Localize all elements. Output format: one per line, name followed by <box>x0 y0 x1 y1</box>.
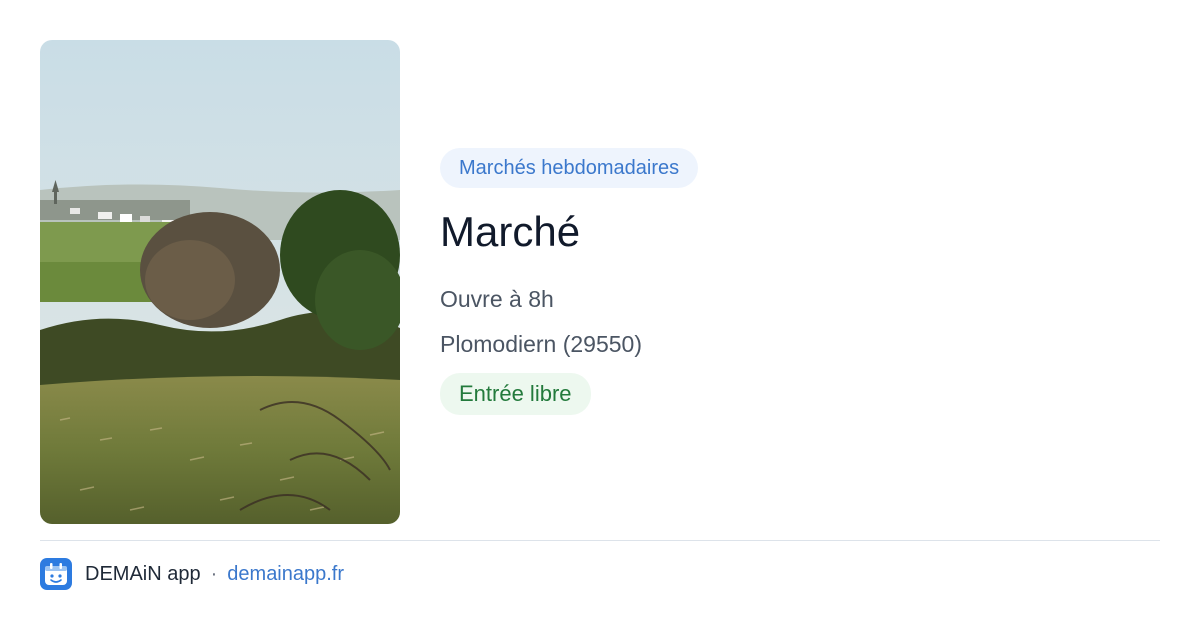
listing-info: Marchés hebdomadaires Marché Ouvre à 8h … <box>440 148 1140 415</box>
access-chip: Entrée libre <box>440 373 591 415</box>
footer: DEMAiN app · demainapp.fr <box>40 558 344 590</box>
app-name: DEMAiN app <box>85 562 201 585</box>
demain-app-icon <box>40 558 72 590</box>
footer-divider <box>40 540 1160 541</box>
location: Plomodiern (29550) <box>440 331 643 357</box>
footer-separator: · <box>210 562 218 585</box>
landscape-photo <box>40 40 400 524</box>
share-card: Marchés hebdomadaires Marché Ouvre à 8h … <box>0 0 1200 630</box>
site-link[interactable]: demainapp.fr <box>227 563 344 586</box>
listing-title: Marché <box>440 208 581 255</box>
category-chip[interactable]: Marchés hebdomadaires <box>440 148 699 188</box>
opening-hours: Ouvre à 8h <box>440 286 554 312</box>
